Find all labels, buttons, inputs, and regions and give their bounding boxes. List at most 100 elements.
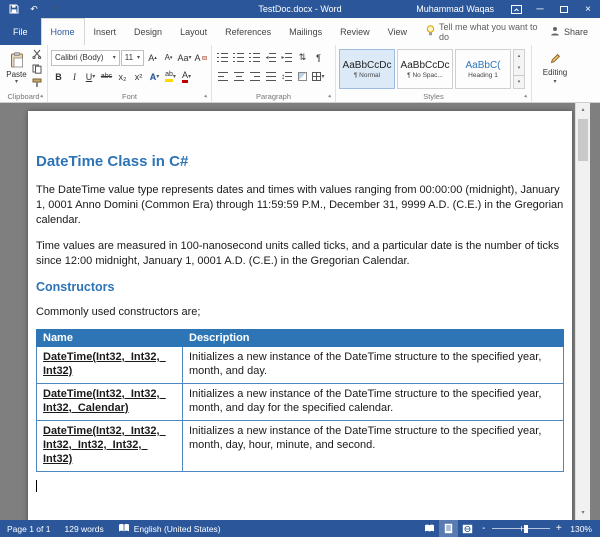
styles-scroll-up-icon[interactable]: ▴ [514,50,524,62]
subscript-button[interactable]: x₂ [115,68,130,85]
style-no-spacing[interactable]: AaBbCcDc ¶ No Spac... [397,49,453,89]
style-preview: AaBbC( [465,60,500,71]
tab-review[interactable]: Review [331,18,379,45]
style-normal[interactable]: AaBbCcDc ¶ Normal [339,49,395,89]
constructor-name-cell[interactable]: DateTime(Int32, Int32, Int32, Int32, Int… [37,421,183,472]
read-mode-icon[interactable] [420,520,439,537]
constructor-description-cell[interactable]: Initializes a new instance of the DateTi… [183,421,564,472]
tab-file[interactable]: File [0,18,41,45]
tab-home[interactable]: Home [41,18,85,45]
line-spacing-icon[interactable]: ↕ [279,68,294,85]
share-label: Share [564,27,588,37]
paragraph[interactable]: Time values are measured in 100-nanoseco… [36,239,564,269]
save-icon[interactable] [8,3,20,15]
copy-icon[interactable] [30,63,44,75]
close-button[interactable]: × [576,0,600,18]
print-layout-icon[interactable] [439,520,458,537]
clear-formatting-button[interactable]: A [193,49,208,66]
editing-label: Editing [543,68,567,77]
increase-indent-icon[interactable]: ▸ [279,49,294,66]
grow-font-button[interactable]: A▴ [145,49,160,66]
paste-clipboard-icon [10,52,24,70]
multilevel-list-icon[interactable] [247,49,262,66]
show-paragraph-marks-icon[interactable]: ¶ [311,49,326,66]
font-group: Calibri (Body) ▾ 11 ▾ A▴ A▾ Aa▾ A B I U▾… [48,45,212,102]
bullets-icon[interactable] [215,49,230,66]
document-subheading[interactable]: Constructors [36,280,564,294]
scrollbar-thumb[interactable] [578,119,588,161]
minimize-button[interactable]: ─ [528,0,552,18]
align-left-icon[interactable] [215,68,230,85]
numbering-icon[interactable] [231,49,246,66]
borders-icon[interactable]: ▾ [311,68,326,85]
tab-mailings[interactable]: Mailings [280,18,331,45]
strikethrough-button[interactable]: abc [99,68,114,85]
text-effects-button[interactable]: A▾ [147,68,162,85]
table-header-name[interactable]: Name [37,330,183,347]
tab-references[interactable]: References [216,18,280,45]
vertical-scrollbar[interactable]: ▴ ▾ [575,103,590,520]
shading-icon[interactable] [295,68,310,85]
text-highlight-button[interactable]: ab▾ [163,68,178,85]
tell-me-box[interactable]: Tell me what you want to do [416,18,550,45]
share-button[interactable]: Share [550,18,600,45]
ribbon-display-options-icon[interactable] [504,0,528,18]
styles-group-label: Styles [336,92,531,101]
undo-icon[interactable]: ↶ [28,3,40,15]
cut-icon[interactable] [30,48,44,60]
account-user-name[interactable]: Muhammad Waqas [406,4,504,14]
style-heading-1[interactable]: AaBbC( Heading 1 [455,49,511,89]
change-case-button[interactable]: Aa▾ [177,49,192,66]
shrink-font-button[interactable]: A▾ [161,49,176,66]
tab-design[interactable]: Design [125,18,171,45]
tab-insert[interactable]: Insert [85,18,126,45]
paste-button[interactable]: Paste ▾ [3,48,30,89]
superscript-button[interactable]: x² [131,68,146,85]
page-count-indicator[interactable]: Page 1 of 1 [0,520,57,537]
zoom-slider-thumb[interactable] [524,525,528,533]
tell-me-label: Tell me what you want to do [439,22,540,42]
italic-button[interactable]: I [67,68,82,85]
sort-icon[interactable]: ⇅ [295,49,310,66]
constructor-description-cell[interactable]: Initializes a new instance of the DateTi… [183,384,564,421]
format-painter-icon[interactable] [30,77,44,89]
font-size-combo[interactable]: 11 ▾ [121,50,144,66]
font-color-button[interactable]: A▾ [179,68,194,85]
zoom-level-indicator[interactable]: 130% [565,524,600,534]
zoom-out-button[interactable]: - [477,523,490,534]
customize-qat-caret-icon[interactable]: ▾ [48,3,60,15]
tab-layout[interactable]: Layout [171,18,216,45]
constructor-description-cell[interactable]: Initializes a new instance of the DateTi… [183,347,564,384]
zoom-slider[interactable] [492,520,550,537]
word-count-indicator[interactable]: 129 words [57,520,110,537]
quick-access-toolbar: ↶ ▾ [0,3,60,15]
maximize-button[interactable] [552,0,576,18]
tab-view[interactable]: View [379,18,416,45]
styles-more-icon[interactable]: ▾ [514,75,524,88]
justify-icon[interactable] [263,68,278,85]
constructors-table[interactable]: Name Description DateTime(Int32, Int32, … [36,329,564,472]
editing-button[interactable]: Editing ▾ [535,48,575,89]
paragraph[interactable]: Commonly used constructors are; [36,305,564,320]
styles-scroll-down-icon[interactable]: ▾ [514,62,524,74]
scroll-up-icon[interactable]: ▴ [576,103,590,117]
zoom-in-button[interactable]: + [552,523,565,534]
align-center-icon[interactable] [231,68,246,85]
constructor-name-cell[interactable]: DateTime(Int32, Int32, Int32, Calendar) [37,384,183,421]
clipboard-group: Paste ▾ Clipboard ▾ [0,45,48,102]
scroll-down-icon[interactable]: ▾ [576,506,590,520]
paragraph[interactable]: The DateTime value type represents dates… [36,183,564,228]
web-layout-icon[interactable] [458,520,477,537]
decrease-indent-icon[interactable]: ◂ [263,49,278,66]
document-heading[interactable]: DateTime Class in C# [36,153,564,170]
ribbon-tab-strip: File Home Insert Design Layout Reference… [0,18,600,45]
constructor-name-cell[interactable]: DateTime(Int32, Int32, Int32) [37,347,183,384]
underline-button[interactable]: U▾ [83,68,98,85]
font-size-value: 11 [125,53,133,62]
align-right-icon[interactable] [247,68,262,85]
font-name-combo[interactable]: Calibri (Body) ▾ [51,50,120,66]
language-indicator[interactable]: English (United States) [111,520,228,537]
document-page[interactable]: DateTime Class in C# The DateTime value … [28,111,572,520]
bold-button[interactable]: B [51,68,66,85]
table-header-description[interactable]: Description [183,330,564,347]
